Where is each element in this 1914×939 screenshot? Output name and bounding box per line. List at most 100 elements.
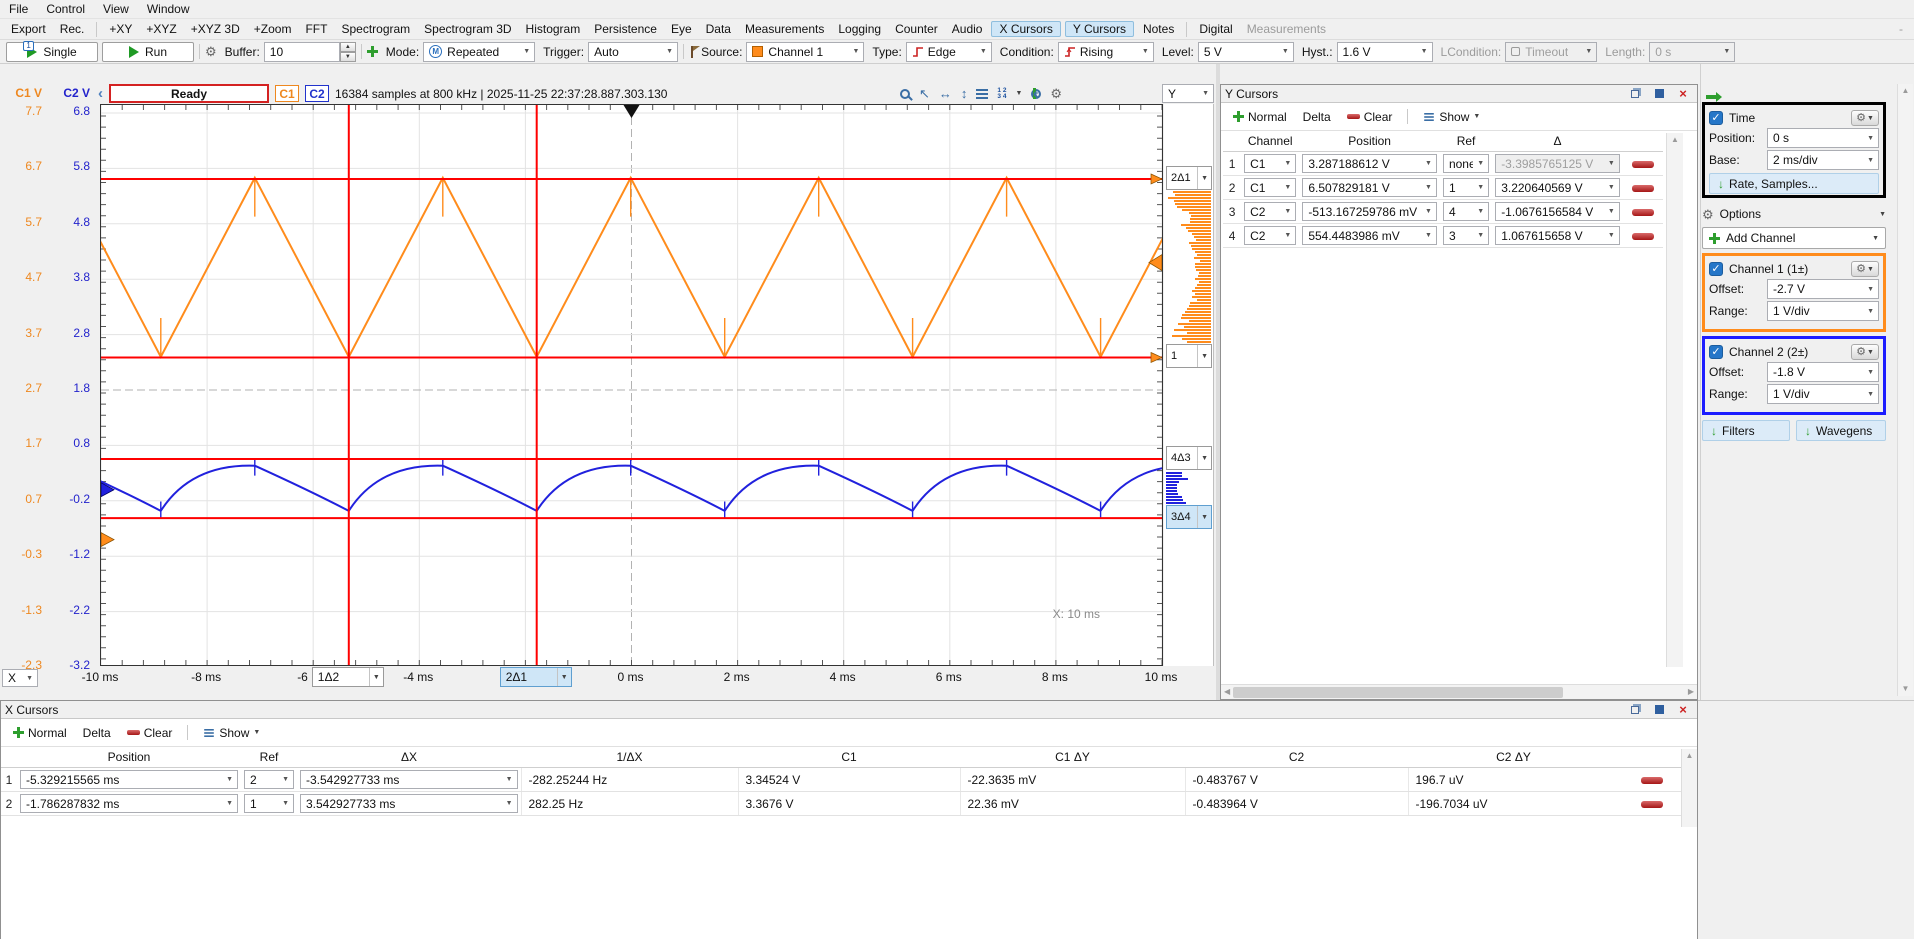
- position-input[interactable]: 6.507829181 V▼: [1302, 178, 1437, 197]
- delta-value[interactable]: 3.220640569 V▼: [1495, 178, 1620, 197]
- channel-select[interactable]: C1▼: [1244, 154, 1296, 173]
- float-window-icon[interactable]: [1625, 87, 1645, 100]
- viewbar-add-xyz-3d[interactable]: +XYZ 3D: [184, 21, 247, 37]
- viewbar-add-xyz[interactable]: +XYZ: [139, 21, 183, 37]
- zoom-icon[interactable]: [900, 89, 910, 99]
- viewbar-add-counter[interactable]: Counter: [888, 21, 945, 37]
- zoom-in-icon[interactable]: [1031, 89, 1041, 99]
- x-axis-selector[interactable]: X▼: [2, 669, 38, 687]
- channel1-checkbox[interactable]: [1709, 262, 1723, 276]
- remove-cursor-button[interactable]: [1632, 161, 1654, 168]
- add-mode-icon[interactable]: [367, 46, 378, 57]
- position-input[interactable]: -513.167259786 mV▼: [1302, 202, 1437, 221]
- trigger-select[interactable]: Auto▼: [588, 42, 678, 62]
- add-delta-cursor-button[interactable]: Delta: [1297, 108, 1337, 126]
- ref-select[interactable]: 3▼: [1443, 226, 1489, 245]
- time-gear-icon[interactable]: ⚙▼: [1851, 110, 1879, 126]
- add-normal-cursor-button[interactable]: Normal: [1227, 108, 1293, 126]
- y-panel-hscrollbar[interactable]: ◀▶: [1221, 684, 1697, 699]
- fit-vertical-icon[interactable]: ↕: [961, 87, 968, 100]
- viewbar-add-spectrogram-3d[interactable]: Spectrogram 3D: [417, 21, 518, 37]
- y-cursor-marker-4-3[interactable]: 4Δ3▼: [1166, 446, 1212, 470]
- source-select[interactable]: Channel 1▼: [746, 42, 864, 62]
- wavegens-button[interactable]: ↓Wavegens: [1796, 420, 1886, 441]
- viewbar-add-data[interactable]: Data: [699, 21, 738, 37]
- ref-select[interactable]: 4▼: [1443, 202, 1489, 221]
- clear-cursors-button[interactable]: Clear: [121, 724, 179, 742]
- viewbar-add-histogram[interactable]: Histogram: [519, 21, 588, 37]
- time-checkbox[interactable]: [1709, 111, 1723, 125]
- viewbar-add-spectrogram[interactable]: Spectrogram: [334, 21, 417, 37]
- position-input[interactable]: -1.786287832 ms▼: [20, 794, 238, 813]
- remove-cursor-button[interactable]: [1641, 801, 1663, 808]
- remove-cursor-button[interactable]: [1632, 233, 1654, 240]
- position-input[interactable]: -5.329215565 ms▼: [20, 770, 238, 789]
- level-select[interactable]: 5 V▼: [1198, 42, 1294, 62]
- x-cursor-marker-2-1[interactable]: 2Δ1▼: [500, 667, 572, 687]
- viewbar-add-logging[interactable]: Logging: [831, 21, 888, 37]
- x-cursors-titlebar[interactable]: X Cursors ×: [1, 701, 1697, 719]
- y-axis-selector[interactable]: Y▼: [1162, 84, 1214, 103]
- filters-button[interactable]: ↓Filters: [1702, 420, 1790, 441]
- viewbar-add-eye[interactable]: Eye: [664, 21, 699, 37]
- channel2-offset-select[interactable]: -1.8 V▼: [1767, 362, 1879, 382]
- viewbar-toggle-x-cursors[interactable]: X Cursors: [991, 21, 1060, 37]
- show-menu-button[interactable]: Show▼: [197, 724, 266, 742]
- remove-cursor-button[interactable]: [1641, 777, 1663, 784]
- position-input[interactable]: 554.4483986 mV▼: [1302, 226, 1437, 245]
- viewbar-add-fft[interactable]: FFT: [298, 21, 334, 37]
- waveform-plot[interactable]: X: 10 ms: [100, 104, 1163, 666]
- channels-layout-icon[interactable]: [997, 88, 1006, 100]
- add-delta-cursor-button[interactable]: Delta: [77, 724, 117, 742]
- position-input[interactable]: 3.287188612 V▼: [1302, 154, 1437, 173]
- pointer-icon[interactable]: ↖: [919, 87, 930, 100]
- y-table-scrollbar[interactable]: ▲: [1666, 133, 1683, 667]
- add-normal-cursor-button[interactable]: Normal: [7, 724, 73, 742]
- add-channel-button[interactable]: Add Channel ▼: [1702, 227, 1886, 249]
- buffer-input[interactable]: 10: [264, 42, 340, 62]
- rate-samples-button[interactable]: ↓ Rate, Samples...: [1709, 173, 1879, 194]
- close-icon[interactable]: ×: [1673, 703, 1693, 716]
- dock-window-icon[interactable]: [1649, 87, 1669, 100]
- x-table-scrollbar[interactable]: ▲: [1681, 749, 1697, 827]
- time-base-select[interactable]: 2 ms/div▼: [1767, 150, 1879, 170]
- viewbar-add-measurements[interactable]: Measurements: [738, 21, 831, 37]
- hysteresis-select[interactable]: 1.6 V▼: [1337, 42, 1433, 62]
- viewbar-notes[interactable]: Notes: [1136, 21, 1181, 37]
- type-select[interactable]: Edge▼: [906, 42, 992, 62]
- channel1-range-select[interactable]: 1 V/div▼: [1767, 301, 1879, 321]
- clear-cursors-button[interactable]: Clear: [1341, 108, 1399, 126]
- viewbar-add-zoom[interactable]: +Zoom: [247, 21, 299, 37]
- ref-select[interactable]: 2▼: [244, 770, 294, 789]
- viewbar-add-xy[interactable]: +XY: [102, 21, 139, 37]
- channel-select[interactable]: C2▼: [1244, 226, 1296, 245]
- viewbar-digital[interactable]: Digital: [1192, 21, 1239, 37]
- menu-window[interactable]: Window: [138, 1, 199, 17]
- delta-x-input[interactable]: -3.542927733 ms▼: [300, 770, 518, 789]
- channel-select[interactable]: C2▼: [1244, 202, 1296, 221]
- options-row[interactable]: ⚙Options ▼: [1702, 205, 1886, 223]
- y-cursors-titlebar[interactable]: Y Cursors ×: [1221, 85, 1697, 103]
- fit-horizontal-icon[interactable]: ↔: [939, 87, 952, 100]
- viewbar-add-persistence[interactable]: Persistence: [587, 21, 664, 37]
- close-icon[interactable]: ×: [1673, 87, 1693, 100]
- ref-select[interactable]: 1▼: [1443, 178, 1489, 197]
- ref-select[interactable]: 1▼: [244, 794, 294, 813]
- time-position-select[interactable]: 0 s▼: [1767, 128, 1879, 148]
- remove-cursor-button[interactable]: [1632, 209, 1654, 216]
- channel2-tab[interactable]: C2: [305, 85, 329, 102]
- channel1-offset-select[interactable]: -2.7 V▼: [1767, 279, 1879, 299]
- layout-dropdown-icon[interactable]: ▼: [1015, 90, 1022, 97]
- run-button[interactable]: Run: [102, 42, 194, 62]
- condition-select[interactable]: Rising▼: [1058, 42, 1154, 62]
- channel2-range-select[interactable]: 1 V/div▼: [1767, 384, 1879, 404]
- y-cursor-marker-2-1[interactable]: 2Δ1▼: [1166, 166, 1212, 190]
- channel-select[interactable]: C1▼: [1244, 178, 1296, 197]
- channel1-gear-icon[interactable]: ⚙▼: [1851, 261, 1879, 277]
- viewbar-add-audio[interactable]: Audio: [945, 21, 990, 37]
- ref-select[interactable]: none▼: [1443, 154, 1489, 173]
- channel2-checkbox[interactable]: [1709, 345, 1723, 359]
- buffer-gear-icon[interactable]: ⚙: [205, 45, 217, 58]
- viewbar-toggle-y-cursors[interactable]: Y Cursors: [1065, 21, 1134, 37]
- viewbar-overflow[interactable]: -: [1892, 21, 1910, 37]
